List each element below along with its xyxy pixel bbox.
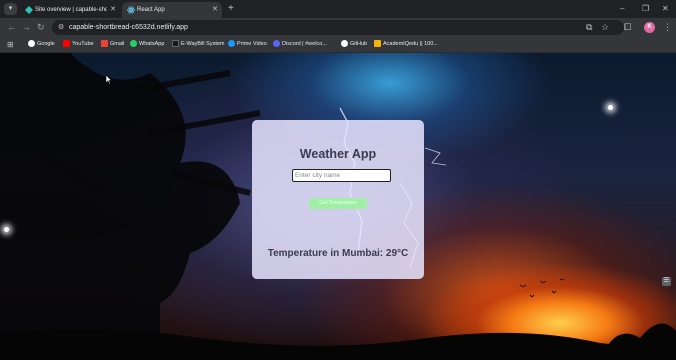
- site-info-icon[interactable]: ⚙: [58, 23, 64, 32]
- profile-avatar[interactable]: K: [644, 22, 655, 33]
- maximize-button[interactable]: ❐: [642, 2, 649, 16]
- lightning-bolt: [424, 147, 447, 166]
- google-icon: [28, 40, 35, 48]
- tab-search-button[interactable]: ▾: [4, 3, 17, 15]
- bookmark-discord[interactable]: Discord | #welco...: [273, 39, 327, 50]
- address-bar[interactable]: ⚙ capable-shortbread-c6532d.netlify.app: [52, 20, 624, 35]
- discord-icon: [273, 40, 280, 48]
- tab-site-overview[interactable]: Site overview | capable-shortbr... ✕: [20, 2, 120, 18]
- minimize-button[interactable]: –: [620, 2, 624, 16]
- page-viewport: Weather App Get Temperature Temperature …: [0, 53, 676, 360]
- bookmark-whatsapp[interactable]: WhatsApp: [130, 39, 164, 50]
- youtube-icon: [63, 40, 70, 48]
- mouse-cursor-icon: [106, 75, 112, 84]
- tab-strip: ▾ Site overview | capable-shortbr... ✕ R…: [0, 0, 676, 18]
- bookmark-google[interactable]: Google: [28, 39, 55, 50]
- weather-card: Weather App Get Temperature Temperature …: [252, 120, 424, 279]
- temperature-result: Temperature in Mumbai: 29°C: [267, 248, 409, 259]
- netlify-favicon-icon: [25, 6, 33, 14]
- close-window-button[interactable]: ✕: [662, 2, 669, 16]
- gmail-icon: [101, 40, 108, 48]
- light-flare: [4, 227, 9, 232]
- bookmark-gmail[interactable]: Gmail: [101, 39, 124, 50]
- browser-toolbar: ← → ↻ ⚙ capable-shortbread-c6532d.netlif…: [0, 18, 676, 37]
- tab-title: Site overview | capable-shortbr...: [35, 7, 107, 13]
- birds: [519, 278, 565, 298]
- back-button[interactable]: ←: [7, 21, 16, 34]
- more-menu-icon[interactable]: ⋮: [663, 21, 672, 34]
- tab-title: React App: [137, 7, 165, 13]
- bookmark-academiqedu[interactable]: AcademIQedu || 100...: [374, 39, 438, 50]
- tab-close-icon[interactable]: ✕: [110, 4, 116, 16]
- whatsapp-icon: [130, 40, 137, 48]
- react-favicon-icon: [127, 6, 135, 14]
- github-icon: [341, 40, 348, 48]
- bookmark-ewaybill[interactable]: E-WayBill System: [172, 39, 225, 50]
- bookmark-github[interactable]: GitHub: [341, 39, 367, 50]
- apps-grid-icon[interactable]: ⊞: [7, 40, 14, 49]
- light-flare: [608, 105, 613, 110]
- bookmarks-bar: ⊞ Google YouTube Gmail WhatsApp E-WayBil…: [0, 37, 676, 53]
- tab-close-icon[interactable]: ✕: [212, 4, 218, 16]
- forward-button[interactable]: →: [22, 21, 31, 34]
- academiqedu-icon: [374, 40, 381, 48]
- shrub-silhouette: [600, 323, 676, 360]
- app-title: Weather App: [299, 147, 377, 161]
- tab-react-app[interactable]: React App ✕: [122, 2, 222, 18]
- install-app-icon[interactable]: ⧉: [586, 21, 592, 34]
- page-side-widget-icon[interactable]: ☰: [662, 277, 671, 286]
- get-temperature-button[interactable]: Get Temperature: [309, 198, 367, 209]
- bookmark-youtube[interactable]: YouTube: [63, 39, 94, 50]
- ewaybill-icon: [172, 40, 179, 48]
- tree-silhouette: [0, 53, 240, 360]
- url-text: capable-shortbread-c6532d.netlify.app: [69, 24, 188, 31]
- ground-silhouette: [0, 329, 676, 360]
- reload-button[interactable]: ↻: [37, 21, 45, 34]
- extensions-icon[interactable]: ⧠: [624, 21, 631, 34]
- bookmark-prime-video[interactable]: Prime Video: [228, 39, 267, 50]
- prime-video-icon: [228, 40, 235, 48]
- city-input[interactable]: [292, 169, 391, 182]
- new-tab-button[interactable]: +: [228, 2, 234, 16]
- bookmark-star-icon[interactable]: ☆: [601, 21, 609, 34]
